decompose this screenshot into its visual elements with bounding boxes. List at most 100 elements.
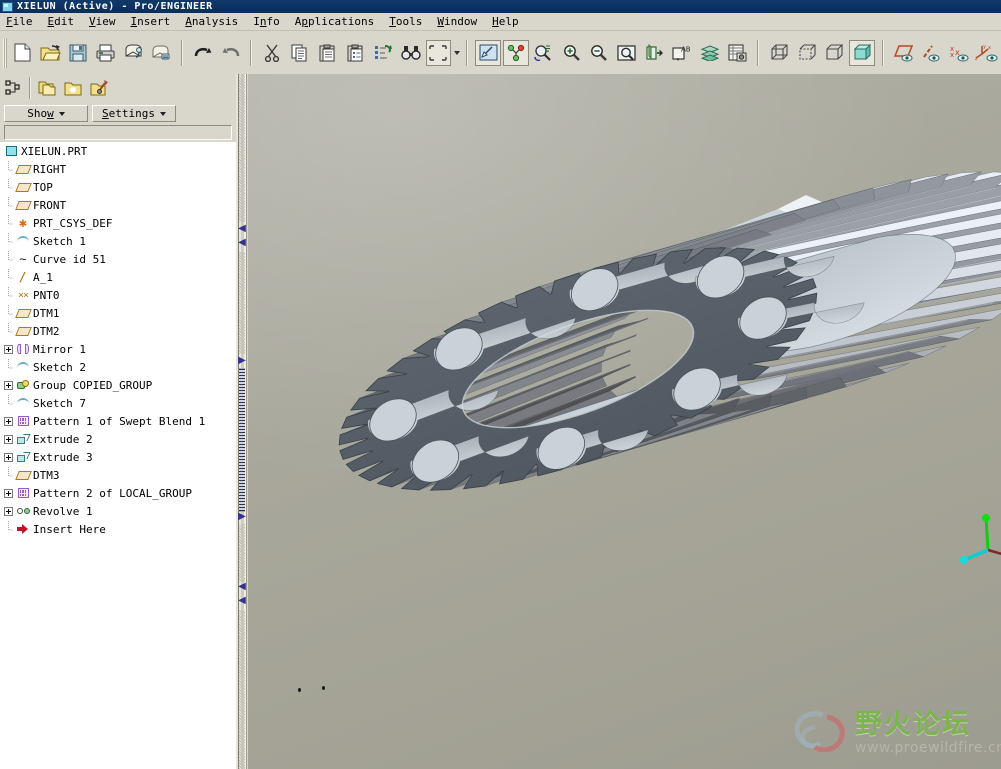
datum-csys-icon[interactable]: yz x	[974, 40, 1000, 66]
mail-icon[interactable]	[148, 40, 174, 66]
datum-display-icon[interactable]	[641, 40, 667, 66]
settings-button[interactable]: Settings	[92, 105, 176, 122]
layers-icon[interactable]	[697, 40, 723, 66]
tree-item-dtm3[interactable]: DTM3	[0, 466, 236, 484]
menu-item-file[interactable]: File	[6, 15, 33, 28]
tree-item-insert-here[interactable]: Insert Here	[0, 520, 236, 538]
saved-views-icon[interactable]	[724, 40, 750, 66]
open-folder-icon[interactable]	[38, 40, 64, 66]
chevron-left-icon[interactable]: ◀	[238, 596, 246, 606]
menu-item-window[interactable]: Window	[437, 15, 477, 28]
tree-item-sketch-1[interactable]: Sketch 1	[0, 232, 236, 250]
hidden-line-icon[interactable]	[794, 40, 820, 66]
main-toolbar: AB xxx y z x	[0, 31, 1001, 75]
undo-icon[interactable]	[190, 40, 216, 66]
chevron-left-icon[interactable]: ◀	[238, 224, 246, 234]
menu-item-analysis[interactable]: Analysis	[185, 15, 238, 28]
model-tree[interactable]: XIELUN.PRT RIGHT TOP FRONT ✱ PRT_CSYS_DEF Sket…	[0, 142, 236, 769]
no-hidden-icon[interactable]	[821, 40, 847, 66]
expand-toggle-icon[interactable]	[4, 452, 13, 462]
expand-toggle-icon[interactable]	[4, 344, 13, 354]
copy-icon[interactable]	[287, 40, 313, 66]
tree-item-dtm2[interactable]: DTM2	[0, 322, 236, 340]
tree-item-extrude-2[interactable]: Extrude 2	[0, 430, 236, 448]
chevron-left-icon[interactable]: ◀	[238, 582, 246, 592]
menu-item-edit[interactable]: Edit	[48, 15, 75, 28]
redo-icon[interactable]	[218, 40, 244, 66]
tree-columns-icon[interactable]	[1, 76, 25, 100]
tree-item-extrude-3[interactable]: Extrude 3	[0, 448, 236, 466]
tree-item-front[interactable]: FRONT	[0, 196, 236, 214]
group-icon	[16, 379, 30, 392]
wireframe-icon[interactable]	[766, 40, 792, 66]
menu-item-view[interactable]: View	[89, 15, 116, 28]
tree-item-right[interactable]: RIGHT	[0, 160, 236, 178]
chevron-right-icon[interactable]: ▶	[238, 356, 246, 366]
expand-toggle-icon[interactable]	[4, 488, 13, 498]
chevron-right-icon[interactable]: ▶	[238, 512, 246, 522]
regenerate-icon[interactable]	[370, 40, 396, 66]
expand-toggle-icon[interactable]	[4, 506, 13, 516]
folder-browser-icon[interactable]	[35, 76, 59, 100]
shading-icon[interactable]	[849, 39, 875, 66]
tree-item-curve-id-51[interactable]: ∼ Curve id 51	[0, 250, 236, 268]
paste-special-icon[interactable]	[342, 40, 368, 66]
tree-item-xielun-prt[interactable]: XIELUN.PRT	[0, 142, 236, 160]
datum-plane-icon[interactable]	[891, 40, 917, 66]
part-icon	[4, 145, 18, 158]
tree-item-mirror-1[interactable]: Mirror 1	[0, 340, 236, 358]
show-button[interactable]: Show	[4, 105, 88, 122]
graphics-viewport[interactable]: 野火论坛 www.proewildfire.cn	[248, 74, 1001, 769]
zoom-out-icon[interactable]	[586, 40, 612, 66]
tree-item-revolve-1[interactable]: Revolve 1	[0, 502, 236, 520]
datum-point-icon[interactable]: xxx	[946, 40, 972, 66]
tree-item-group-copied-group[interactable]: Group COPIED_GROUP	[0, 376, 236, 394]
menu-item-applications[interactable]: Applications	[295, 15, 374, 28]
repaint-icon[interactable]	[475, 39, 501, 66]
new-file-icon[interactable]	[10, 40, 36, 66]
toolbar-separator	[757, 39, 760, 66]
menu-item-info[interactable]: Info	[253, 15, 280, 28]
tree-connector	[4, 214, 13, 228]
tree-item-pattern-2-of-local-group[interactable]: Pattern 2 of LOCAL_GROUP	[0, 484, 236, 502]
favorites-icon[interactable]	[61, 76, 85, 100]
tree-item-top[interactable]: TOP	[0, 178, 236, 196]
cut-icon[interactable]	[259, 40, 285, 66]
annotation-icon[interactable]: AB	[669, 40, 695, 66]
save-icon[interactable]	[65, 40, 91, 66]
chevron-left-icon[interactable]: ◀	[238, 238, 246, 248]
expand-toggle-icon[interactable]	[4, 380, 13, 390]
reorient-icon[interactable]	[531, 40, 557, 66]
panel-splitter[interactable]: ◀ ◀ ▶ ▶ ◀ ◀	[236, 74, 248, 769]
model-tree-column-header[interactable]	[4, 125, 232, 140]
tree-item-dtm1[interactable]: DTM1	[0, 304, 236, 322]
window-title: XIELUN (Active) - Pro/ENGINEER	[17, 1, 213, 12]
tree-item-prt-csys-def[interactable]: ✱ PRT_CSYS_DEF	[0, 214, 236, 232]
tree-item-sketch-2[interactable]: Sketch 2	[0, 358, 236, 376]
zoom-in-icon[interactable]	[558, 40, 584, 66]
chevron-down-icon[interactable]	[454, 50, 461, 55]
refit-icon[interactable]	[614, 40, 640, 66]
selection-filter-icon[interactable]	[425, 39, 452, 66]
spin-center-icon[interactable]	[502, 39, 529, 66]
paste-icon[interactable]	[315, 40, 341, 66]
tree-item-pnt0[interactable]: ×× PNT0	[0, 286, 236, 304]
menu-item-insert[interactable]: Insert	[131, 15, 171, 28]
tree-item-a-1[interactable]: / A_1	[0, 268, 236, 286]
toolbar-grip[interactable]	[3, 37, 7, 68]
tree-connector	[4, 268, 13, 282]
menu-item-tools[interactable]: Tools	[389, 15, 422, 28]
model-tree-toolbar	[0, 74, 236, 102]
tools-folder-icon[interactable]	[87, 76, 111, 100]
expand-toggle-icon[interactable]	[4, 434, 13, 444]
splitter-handle[interactable]	[239, 368, 245, 512]
datum-axis-icon[interactable]	[919, 40, 945, 66]
print-icon[interactable]	[93, 40, 119, 66]
pattern-icon	[16, 415, 30, 428]
menu-item-help[interactable]: Help	[492, 15, 519, 28]
mail-attach-icon[interactable]	[121, 40, 147, 66]
tree-item-sketch-7[interactable]: Sketch 7	[0, 394, 236, 412]
tree-item-pattern-1-of-swept-blend-1[interactable]: Pattern 1 of Swept Blend 1	[0, 412, 236, 430]
find-icon[interactable]	[398, 40, 424, 66]
expand-toggle-icon[interactable]	[4, 416, 13, 426]
